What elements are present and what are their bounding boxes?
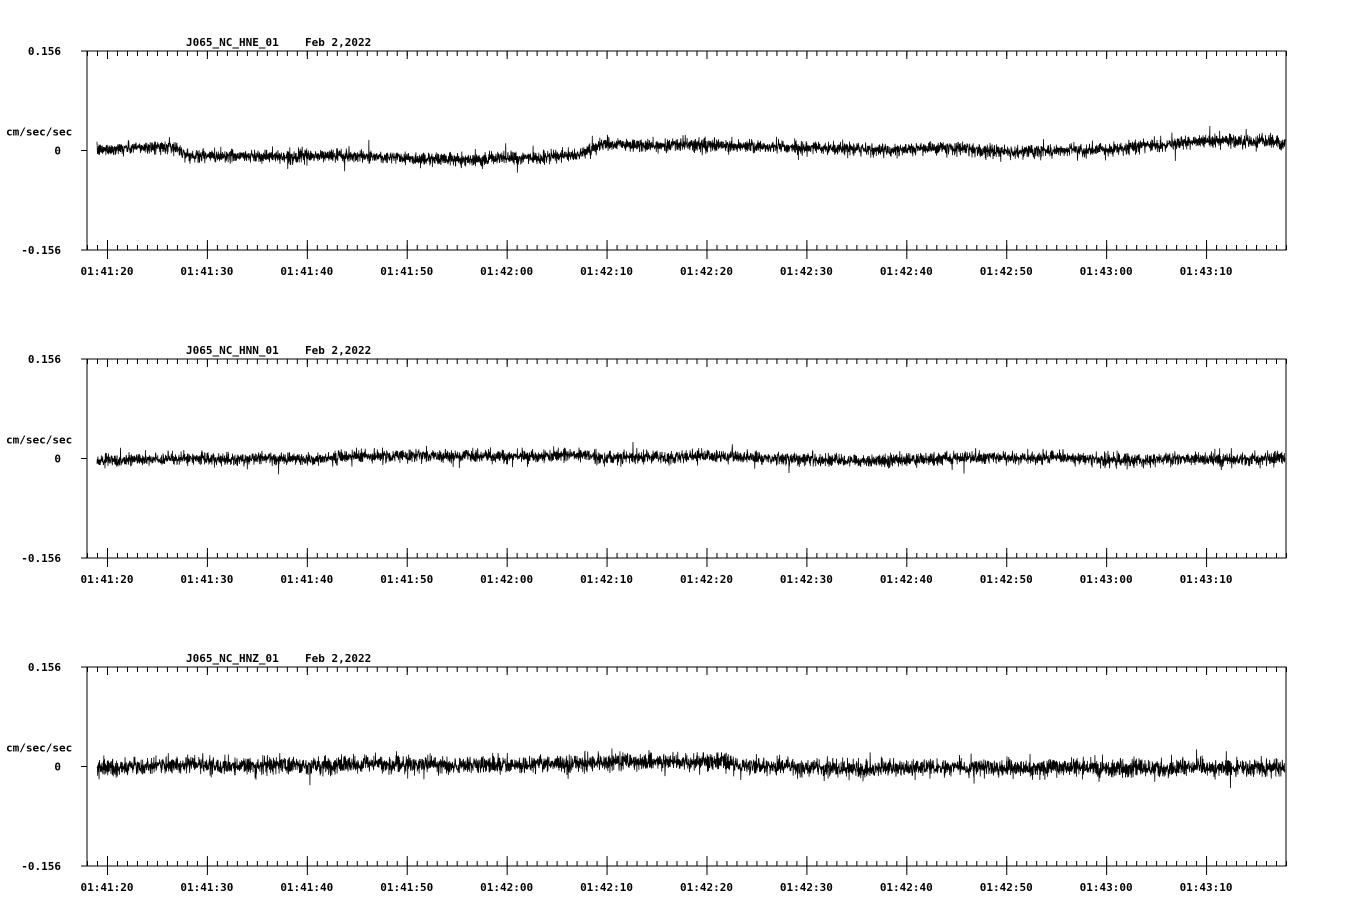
x-tick-label: 01:42:10 — [580, 881, 633, 894]
x-tick-label: 01:42:40 — [880, 265, 933, 278]
y-tick-label: 0 — [54, 145, 61, 158]
y-tick-label: -0.156 — [21, 244, 61, 257]
panel-title: J065_NC_HNZ_01 — [186, 652, 279, 665]
x-tick-label: 01:42:30 — [780, 573, 833, 586]
x-tick-label: 01:42:10 — [580, 573, 633, 586]
x-tick-label: 01:43:10 — [1180, 881, 1233, 894]
x-tick-label: 01:42:50 — [980, 573, 1033, 586]
y-tick-label: -0.156 — [21, 552, 61, 565]
x-tick-label: 01:41:40 — [280, 573, 333, 586]
x-tick-label: 01:42:00 — [480, 265, 533, 278]
y-tick-label: 0.156 — [28, 45, 61, 58]
y-tick-label: 0 — [54, 761, 61, 774]
x-tick-label: 01:42:20 — [680, 573, 733, 586]
x-tick-label: 01:41:40 — [280, 265, 333, 278]
x-tick-label: 01:41:30 — [180, 573, 233, 586]
x-tick-label: 01:41:30 — [180, 881, 233, 894]
y-axis-label: cm/sec/sec — [6, 434, 72, 447]
y-tick-label: -0.156 — [21, 860, 61, 873]
x-tick-label: 01:41:30 — [180, 265, 233, 278]
x-tick-label: 01:42:50 — [980, 265, 1033, 278]
x-tick-label: 01:41:20 — [80, 573, 133, 586]
x-tick-label: 01:42:20 — [680, 265, 733, 278]
panel-title: J065_NC_HNN_01 — [186, 344, 279, 357]
x-tick-label: 01:42:40 — [880, 881, 933, 894]
x-tick-label: 01:41:50 — [380, 265, 433, 278]
panel-date: Feb 2,2022 — [305, 36, 371, 49]
x-tick-label: 01:42:30 — [780, 265, 833, 278]
panel-1: J065_NC_HNN_01 Feb 2,2022 0.156 0 -0.156 cm/s… — [6, 344, 1287, 586]
x-tick-label: 01:42:20 — [680, 881, 733, 894]
x-tick-label: 01:43:10 — [1180, 265, 1233, 278]
x-tick-label: 01:42:40 — [880, 573, 933, 586]
x-tick-label: 01:41:40 — [280, 881, 333, 894]
y-axis-label: cm/sec/sec — [6, 742, 72, 755]
panel-date: Feb 2,2022 — [305, 652, 371, 665]
panel-0: J065_NC_HNE_01 Feb 2,2022 0.156 0 -0.156 cm/s… — [6, 36, 1287, 278]
panel-2: J065_NC_HNZ_01 Feb 2,2022 0.156 0 -0.156 cm/s… — [6, 652, 1287, 894]
x-tick-label: 01:43:00 — [1080, 265, 1133, 278]
waveform-trace — [96, 126, 1286, 173]
seismogram-figure: J065_NC_HNE_01 Feb 2,2022 0.156 0 -0.156 cm/s… — [6, 36, 1287, 894]
x-tick-label: 01:41:20 — [80, 881, 133, 894]
y-tick-label: 0.156 — [28, 661, 61, 674]
x-tick-label: 01:42:30 — [780, 881, 833, 894]
x-tick-label: 01:43:10 — [1180, 573, 1233, 586]
x-tick-label: 01:43:00 — [1080, 881, 1133, 894]
x-tick-label: 01:42:00 — [480, 881, 533, 894]
x-tick-label: 01:43:00 — [1080, 573, 1133, 586]
panel-title: J065_NC_HNE_01 — [186, 36, 279, 49]
y-tick-label: 0.156 — [28, 353, 61, 366]
x-tick-label: 01:41:50 — [380, 573, 433, 586]
y-axis-label: cm/sec/sec — [6, 126, 72, 139]
x-tick-label: 01:41:50 — [380, 881, 433, 894]
x-tick-label: 01:41:20 — [80, 265, 133, 278]
waveform-trace — [96, 748, 1286, 789]
y-tick-label: 0 — [54, 453, 61, 466]
x-tick-label: 01:42:10 — [580, 265, 633, 278]
panel-date: Feb 2,2022 — [305, 344, 371, 357]
waveform-trace — [96, 442, 1286, 475]
x-tick-label: 01:42:50 — [980, 881, 1033, 894]
x-tick-label: 01:42:00 — [480, 573, 533, 586]
